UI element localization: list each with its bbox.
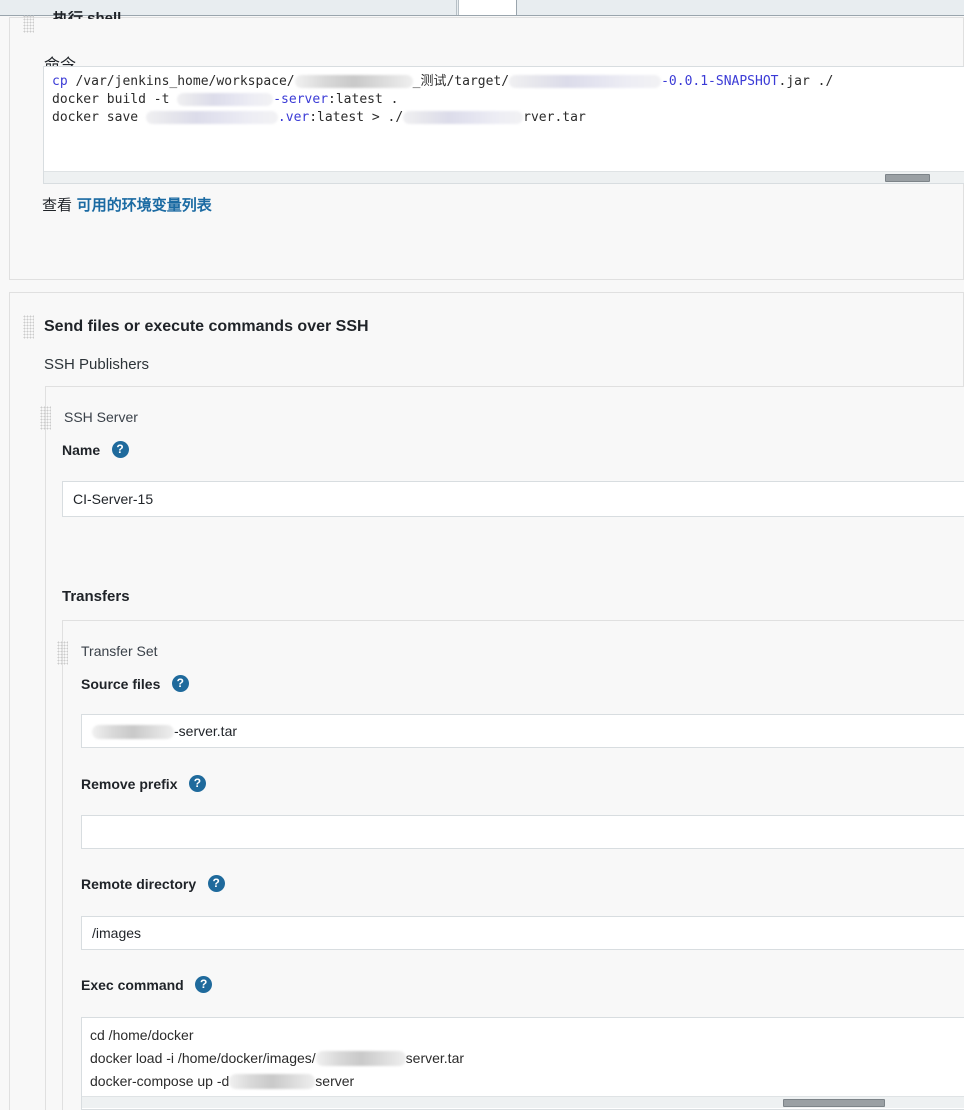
remote-directory-group: Remote directory ?	[81, 875, 225, 893]
exec-command-text[interactable]: cd /home/docker docker load -i /home/dock…	[82, 1018, 964, 1093]
exec-command-hscrollbar[interactable]	[82, 1096, 964, 1108]
code-token: _测试/target/	[412, 74, 510, 89]
redacted-text	[177, 93, 274, 106]
source-files-suffix: -server.tar	[174, 723, 238, 739]
remove-prefix-label: Remove prefix	[81, 775, 178, 792]
shell-command-hscrollbar[interactable]	[44, 171, 964, 183]
source-files-label: Source files	[81, 675, 161, 692]
remote-directory-label: Remote directory	[81, 875, 197, 892]
source-files-group: Source files ?	[81, 675, 189, 693]
code-token: server	[315, 1073, 355, 1089]
tab-active[interactable]	[458, 0, 517, 15]
code-token: .jar ./	[778, 74, 834, 89]
source-files-help-icon[interactable]: ?	[171, 675, 189, 693]
code-token: .ver	[277, 110, 310, 125]
remove-prefix-help-icon[interactable]: ?	[188, 775, 206, 793]
code-token: docker save	[52, 110, 146, 125]
code-token: :latest > ./	[309, 110, 404, 125]
ssh-publishers-subtitle: SSH Publishers	[44, 356, 150, 373]
code-token: docker-compose up -d	[90, 1073, 230, 1089]
code-token: cd /home/docker	[90, 1027, 194, 1043]
name-help-icon[interactable]: ?	[111, 441, 129, 459]
exec-command-textarea[interactable]: cd /home/docker docker load -i /home/dock…	[81, 1017, 964, 1110]
remote-directory-help-icon[interactable]: ?	[207, 875, 225, 893]
env-variables-row: 查看 可用的环境变量列表	[42, 194, 212, 215]
code-line: cd /home/docker	[90, 1024, 958, 1047]
ssh-server-name-input[interactable]: CI-Server-15	[62, 481, 964, 517]
ssh-server-drag-handle[interactable]	[40, 406, 51, 430]
env-variables-prefix: 查看	[42, 196, 73, 214]
shell-command-hscroll-thumb[interactable]	[885, 174, 930, 182]
code-token: docker load -i /home/docker/images/	[90, 1050, 316, 1066]
code-token: :latest .	[328, 92, 399, 107]
code-token: rver.tar	[523, 110, 586, 125]
exec-command-label: Exec command	[81, 976, 184, 993]
transfer-set-title: Transfer Set	[81, 643, 158, 659]
code-token: docker build -t	[52, 92, 178, 107]
transfer-set-drag-handle[interactable]	[57, 641, 68, 665]
redacted-text	[294, 75, 413, 88]
redacted-text	[315, 1051, 406, 1066]
exec-command-hscroll-thumb[interactable]	[783, 1099, 885, 1107]
ssh-publisher-drag-handle[interactable]	[23, 315, 34, 339]
code-token: -server	[273, 92, 329, 107]
transfers-label: Transfers	[62, 588, 130, 605]
redacted-text	[229, 1074, 316, 1089]
exec-command-group: Exec command ?	[81, 976, 213, 994]
build-step-drag-handle[interactable]	[23, 15, 34, 33]
code-token: -0.0.1-SNAPSHOT	[661, 74, 779, 89]
shell-command-code[interactable]: cp /var/jenkins_home/workspace/ _测试/targe…	[44, 67, 964, 127]
code-token: /var/jenkins_home/workspace/	[67, 74, 295, 89]
exec-command-help-icon[interactable]: ?	[195, 976, 213, 994]
build-step-heading: 执行 shell	[53, 11, 313, 19]
source-files-redacted-prefix	[92, 725, 174, 739]
code-line: docker save .ver:latest > ./ rver.tar	[52, 109, 959, 127]
shell-command-editor[interactable]: cp /var/jenkins_home/workspace/ _测试/targe…	[43, 66, 964, 184]
redacted-text	[403, 111, 524, 124]
redacted-text	[145, 111, 278, 124]
code-line: docker load -i /home/docker/images/serve…	[90, 1047, 958, 1070]
code-line: docker-compose up -d server	[90, 1070, 958, 1093]
redacted-text	[509, 75, 662, 88]
ssh-publisher-title: Send files or execute commands over SSH	[44, 318, 369, 335]
code-line: docker build -t -server:latest .	[52, 91, 959, 109]
remote-directory-input[interactable]: /images	[81, 916, 964, 950]
env-variables-link[interactable]: 可用的环境变量列表	[77, 196, 212, 214]
code-line: cp /var/jenkins_home/workspace/ _测试/targe…	[52, 73, 959, 91]
source-files-input[interactable]: -server.tar	[81, 714, 964, 748]
name-field-group: Name ?	[62, 441, 129, 459]
code-token: cp	[52, 74, 68, 89]
name-label: Name	[62, 441, 101, 458]
remove-prefix-group: Remove prefix ?	[81, 775, 206, 793]
remove-prefix-input[interactable]	[81, 815, 964, 849]
ssh-server-title: SSH Server	[64, 409, 138, 425]
code-token: server.tar	[405, 1050, 465, 1066]
